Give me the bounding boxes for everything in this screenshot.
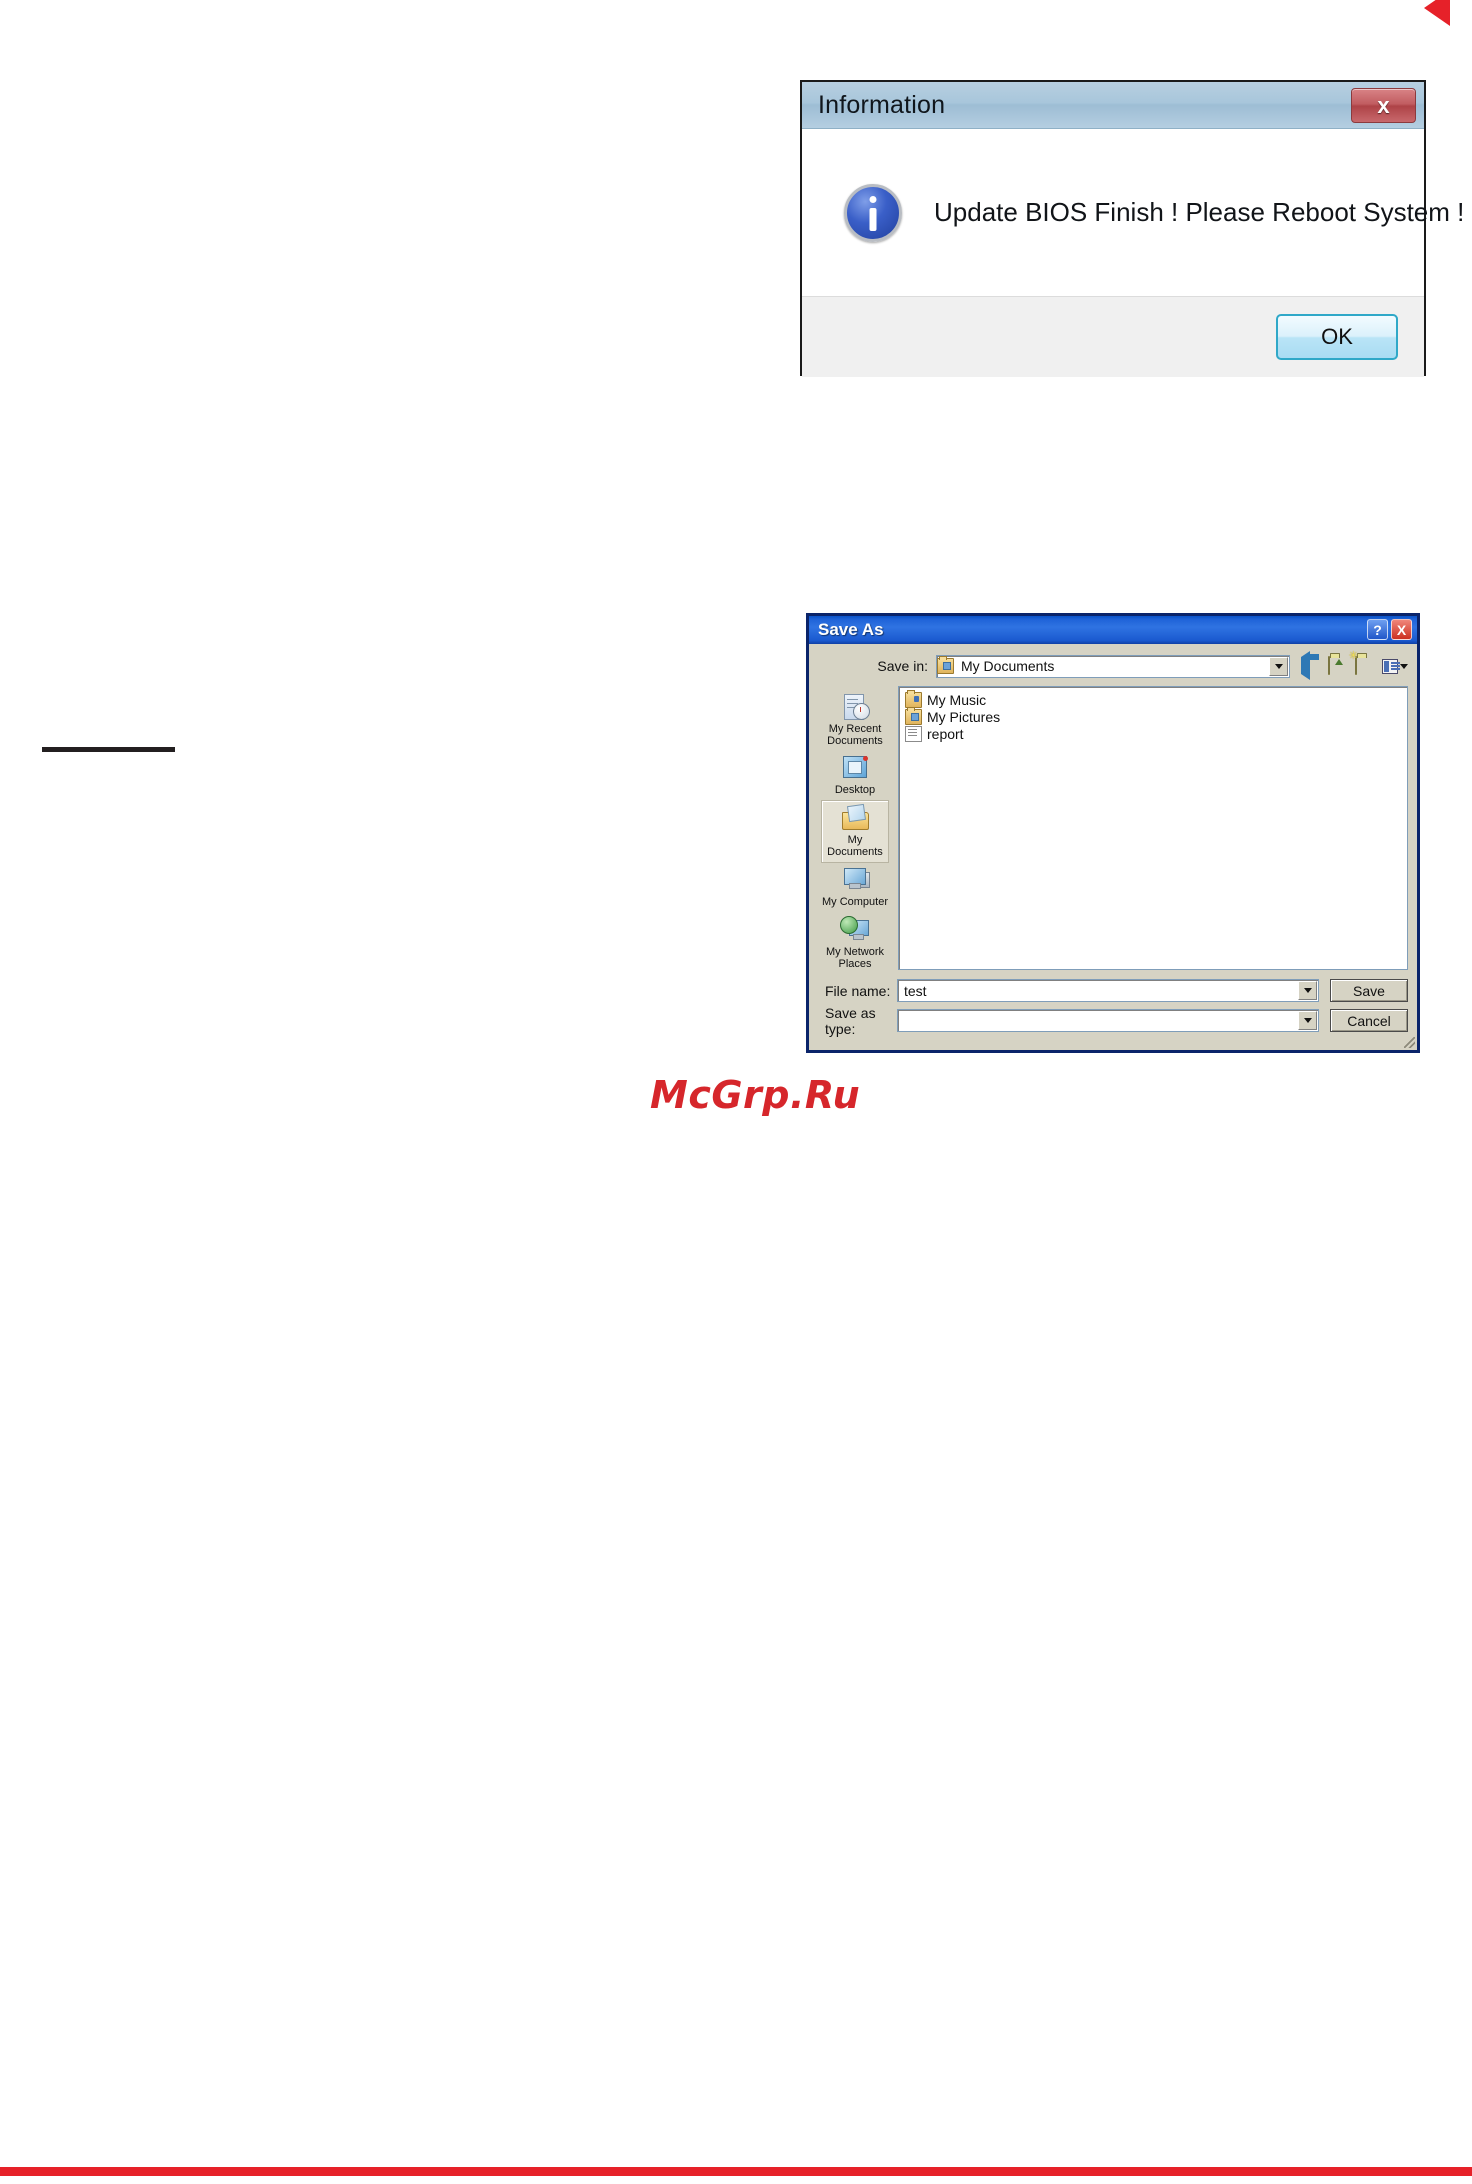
save-as-dialog: Save As ? X Save in: My Documents ✳ My R…: [806, 613, 1420, 1053]
cancel-button-label: Cancel: [1347, 1012, 1391, 1029]
save-as-type-label: Save as type:: [825, 1004, 876, 1037]
close-icon: x: [1377, 92, 1390, 118]
file-name-row: File name: test Save: [818, 979, 1408, 1002]
my-computer-icon: [840, 866, 870, 894]
list-item[interactable]: My Pictures: [902, 706, 1404, 725]
save-as-type-dropdown[interactable]: [897, 1009, 1319, 1032]
place-label: My Computer: [821, 896, 889, 909]
close-button[interactable]: X: [1391, 619, 1412, 640]
desktop-icon: [840, 754, 870, 782]
chevron-down-icon[interactable]: [1298, 981, 1317, 1000]
information-title: Information: [818, 90, 946, 119]
folder-icon: [937, 656, 954, 674]
file-name: My Pictures: [927, 708, 1001, 725]
file-name-label: File name:: [825, 982, 891, 999]
save-as-titlebar: Save As ? X: [809, 616, 1417, 644]
up-one-level-icon[interactable]: [1328, 656, 1348, 675]
information-icon: [844, 183, 902, 242]
ok-button[interactable]: OK: [1276, 314, 1398, 360]
information-message: Update BIOS Finish ! Please Reboot Syste…: [934, 197, 1465, 227]
close-icon: X: [1396, 621, 1407, 638]
places-bar: My Recent Documents Desktop My Documents: [818, 686, 892, 970]
bottom-accent-bar: [0, 2167, 1472, 2176]
new-folder-icon[interactable]: ✳: [1349, 651, 1375, 675]
text-document-icon: [905, 725, 922, 742]
place-my-documents[interactable]: My Documents: [821, 800, 889, 864]
place-label: My Network Places: [825, 945, 885, 970]
save-as-window-buttons: ? X: [1367, 619, 1412, 640]
file-name-input[interactable]: test: [897, 979, 1319, 1002]
information-footer: OK: [802, 297, 1424, 377]
information-dialog: Information x Update BIOS Finish ! Pleas…: [800, 80, 1464, 377]
chevron-down-icon[interactable]: [1269, 656, 1288, 676]
save-as-body: Save in: My Documents ✳ My Recent Docume…: [809, 644, 1417, 1050]
horizontal-rule: [42, 747, 175, 752]
save-as-toolbar: ✳: [1301, 651, 1408, 680]
music-folder-icon: [905, 689, 922, 708]
save-in-label: Save in:: [877, 658, 928, 674]
file-name-value: test: [904, 982, 927, 999]
help-button[interactable]: ?: [1367, 619, 1388, 640]
save-in-row: Save in: My Documents ✳: [818, 651, 1408, 680]
pictures-folder-icon: [905, 706, 922, 725]
place-my-computer[interactable]: My Computer: [821, 863, 889, 912]
place-label: My Documents: [827, 834, 883, 859]
question-mark-icon: ?: [1373, 621, 1382, 638]
file-list[interactable]: My Music My Pictures report: [898, 686, 1408, 970]
place-desktop[interactable]: Desktop: [821, 751, 889, 800]
close-button[interactable]: x: [1351, 88, 1416, 123]
save-button-label: Save: [1353, 982, 1385, 999]
back-icon[interactable]: [1301, 651, 1321, 680]
save-as-footer: File name: test Save Save as type: Cance…: [818, 979, 1408, 1037]
cancel-button[interactable]: Cancel: [1330, 1009, 1408, 1032]
resize-grip[interactable]: [1404, 1037, 1415, 1048]
place-label: Desktop: [834, 784, 876, 797]
save-as-type-row: Save as type: Cancel: [818, 1005, 1408, 1037]
watermark: McGrp.Ru: [650, 1073, 861, 1117]
corner-arrow-icon: [1424, 0, 1450, 26]
file-name: report: [927, 725, 964, 742]
list-item[interactable]: My Music: [902, 689, 1404, 708]
chevron-down-icon[interactable]: [1298, 1011, 1317, 1030]
place-my-recent-documents[interactable]: My Recent Documents: [821, 690, 889, 751]
file-name: My Music: [927, 691, 987, 708]
save-as-title: Save As: [818, 620, 884, 639]
list-item[interactable]: report: [902, 725, 1404, 742]
my-network-places-icon: [840, 915, 870, 944]
save-as-main: My Recent Documents Desktop My Documents: [818, 686, 1408, 970]
ok-button-label: OK: [1321, 324, 1353, 349]
save-in-dropdown[interactable]: My Documents: [936, 654, 1290, 678]
information-titlebar: Information x: [802, 82, 1424, 129]
information-body: Update BIOS Finish ! Please Reboot Syste…: [802, 129, 1464, 297]
save-button[interactable]: Save: [1330, 979, 1408, 1002]
recent-documents-icon: [840, 693, 870, 721]
views-icon[interactable]: [1382, 657, 1408, 675]
place-my-network-places[interactable]: My Network Places: [821, 913, 889, 974]
place-label: My Recent Documents: [827, 723, 883, 748]
my-documents-icon: [840, 804, 870, 832]
save-in-value: My Documents: [961, 658, 1055, 674]
